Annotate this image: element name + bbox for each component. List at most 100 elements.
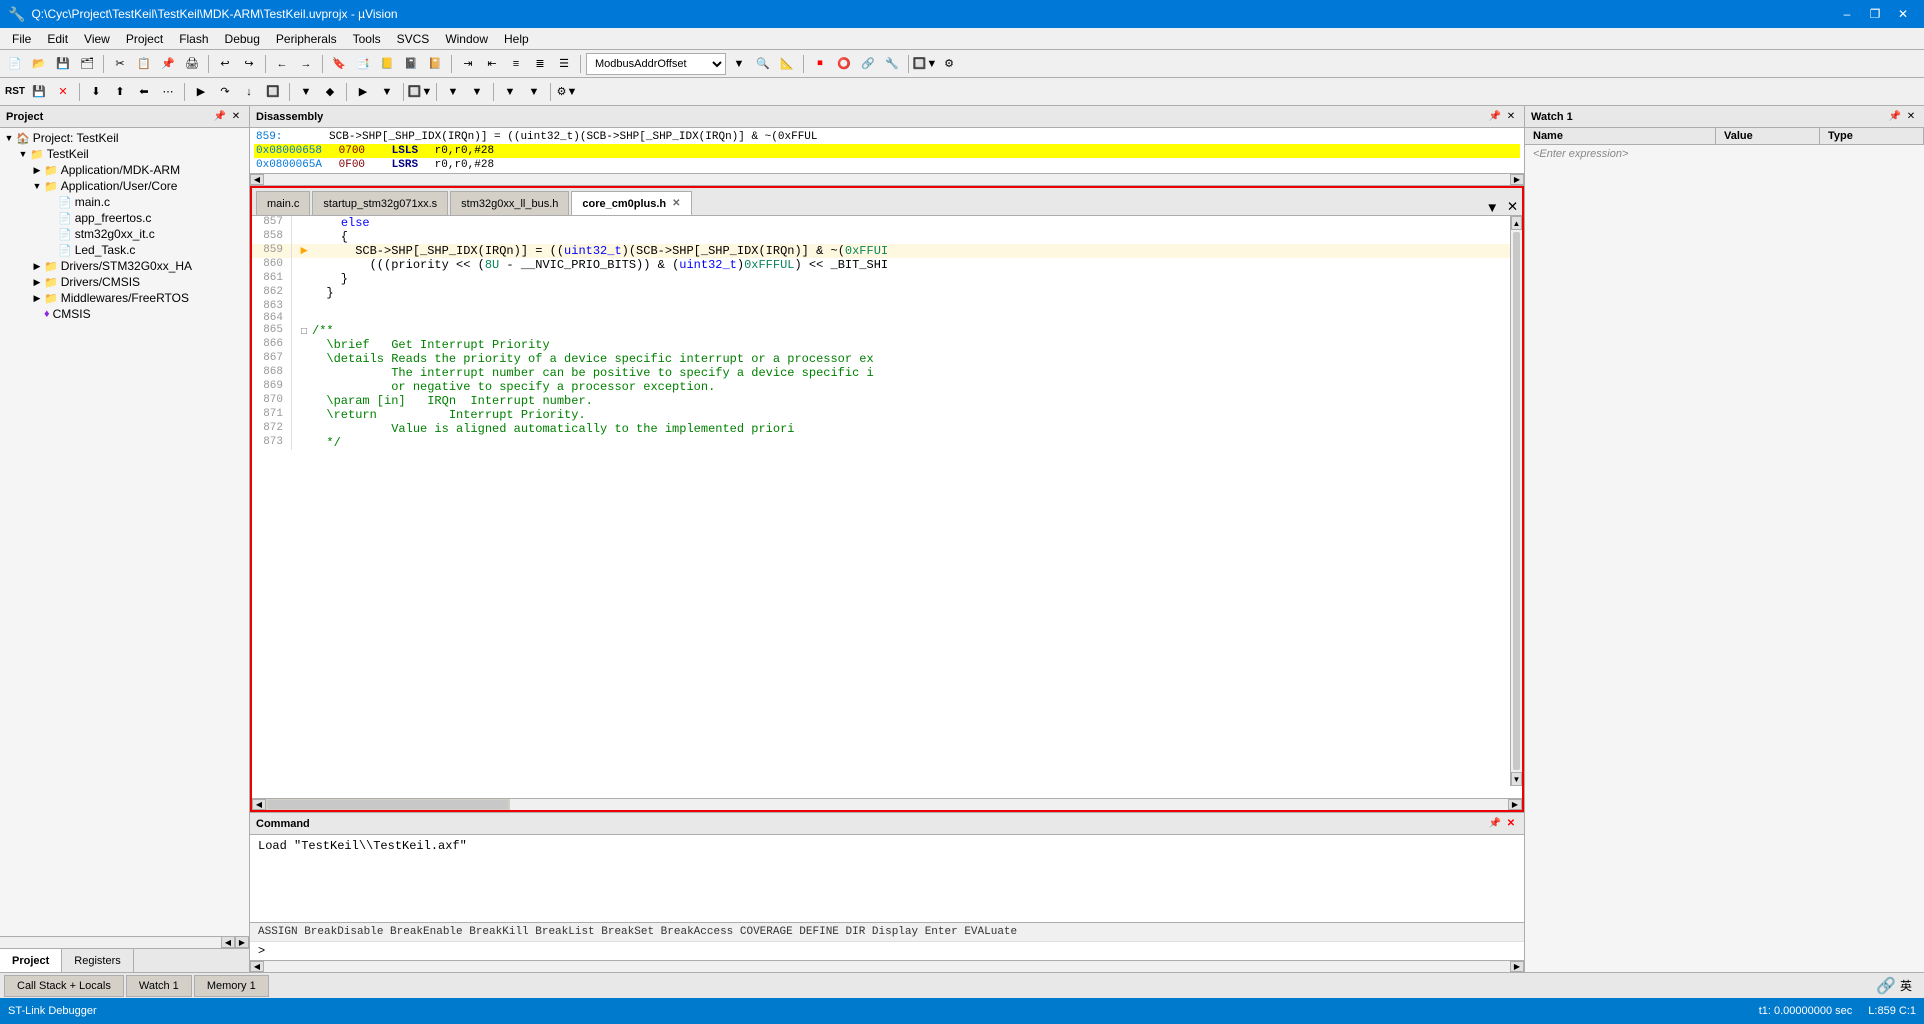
tb2-b7[interactable]: 🔲 bbox=[262, 81, 284, 103]
tb-bookmark1[interactable]: 🔖 bbox=[328, 53, 350, 75]
vscroll-up[interactable]: ▲ bbox=[1511, 216, 1522, 230]
cmd-hscroll-left[interactable]: ◀ bbox=[250, 961, 264, 972]
code-hscroll-left[interactable]: ◀ bbox=[252, 799, 266, 810]
tb-bookmark4[interactable]: 📓 bbox=[400, 53, 422, 75]
tb2-bh[interactable]: ⚙▼ bbox=[556, 81, 578, 103]
tree-drivers-cmsis[interactable]: ▶ 📁 Drivers/CMSIS bbox=[2, 274, 247, 290]
watch-pin[interactable]: 📌 bbox=[1888, 110, 1902, 124]
tb2-ba[interactable]: ▶ bbox=[352, 81, 374, 103]
tb-stop4[interactable]: 🔧 bbox=[881, 53, 903, 75]
tab-project[interactable]: Project bbox=[0, 949, 62, 972]
tabs-close-all[interactable]: ✕ bbox=[1503, 199, 1522, 215]
watch-expression-input[interactable] bbox=[1533, 148, 1916, 160]
tab-startup[interactable]: startup_stm32g071xx.s bbox=[312, 191, 448, 215]
tb-dd-btn1[interactable]: ▼ bbox=[728, 53, 750, 75]
tb-nav-back[interactable]: ← bbox=[271, 53, 293, 75]
tb2-run[interactable]: ▶ bbox=[190, 81, 212, 103]
tb2-b6[interactable]: ⋯ bbox=[157, 81, 179, 103]
menu-view[interactable]: View bbox=[76, 30, 118, 48]
tb-save-all[interactable]: 🗂 bbox=[76, 53, 98, 75]
function-dropdown[interactable]: ModbusAddrOffset bbox=[586, 53, 726, 75]
tb-print[interactable]: 🖨 bbox=[181, 53, 203, 75]
tb-stop-red[interactable]: ⏹ bbox=[809, 53, 831, 75]
tb-dd-btn3[interactable]: 📐 bbox=[776, 53, 798, 75]
cmd-close[interactable]: ✕ bbox=[1504, 817, 1518, 831]
dis-pin[interactable]: 📌 bbox=[1488, 110, 1502, 124]
dis-scroll-left[interactable]: ◀ bbox=[250, 174, 264, 185]
tree-user-core[interactable]: ▼ 📁 Application/User/Core bbox=[2, 178, 247, 194]
code-hscroll-thumb[interactable] bbox=[268, 800, 508, 809]
tb2-rst[interactable]: RST bbox=[4, 81, 26, 103]
tabs-dropdown[interactable]: ▼ bbox=[1482, 200, 1503, 215]
menu-svcs[interactable]: SVCS bbox=[389, 30, 438, 48]
tb2-b1[interactable]: 💾 bbox=[28, 81, 50, 103]
tree-main-c[interactable]: 📄 main.c bbox=[2, 194, 247, 210]
maximize-button[interactable]: ❐ bbox=[1862, 3, 1888, 25]
vscroll-thumb[interactable] bbox=[1513, 232, 1520, 770]
cmd-hscroll-right[interactable]: ▶ bbox=[1510, 961, 1524, 972]
bottom-tab-callstack[interactable]: Call Stack + Locals bbox=[4, 975, 124, 997]
tree-mdk-arm[interactable]: ▶ 📁 Application/MDK-ARM bbox=[2, 162, 247, 178]
tb-nav-fwd[interactable]: → bbox=[295, 53, 317, 75]
tb2-b9[interactable]: ◆ bbox=[319, 81, 341, 103]
tree-testkeil[interactable]: ▼ 📁 TestKeil bbox=[2, 146, 247, 162]
bottom-tab-watch1[interactable]: Watch 1 bbox=[126, 975, 192, 997]
menu-flash[interactable]: Flash bbox=[171, 30, 216, 48]
code-editor[interactable]: 857 else 858 { 859 ► bbox=[252, 216, 1522, 798]
tab-close-core[interactable]: ✕ bbox=[672, 198, 680, 209]
tree-middlewares[interactable]: ▶ 📁 Middlewares/FreeRTOS bbox=[2, 290, 247, 306]
tb-redo[interactable]: ↪ bbox=[238, 53, 260, 75]
tb-indent2[interactable]: ⇤ bbox=[481, 53, 503, 75]
tb-copy[interactable]: 📋 bbox=[133, 53, 155, 75]
tree-cmsis-gem[interactable]: ♦ CMSIS bbox=[2, 306, 247, 322]
project-hscroll[interactable]: ◀ ▶ bbox=[0, 936, 249, 948]
menu-file[interactable]: File bbox=[4, 30, 39, 48]
fold-865[interactable]: □ bbox=[301, 327, 307, 338]
tb-cut[interactable]: ✂ bbox=[109, 53, 131, 75]
tb2-step-into[interactable]: ↓ bbox=[238, 81, 260, 103]
cmd-pin[interactable]: 📌 bbox=[1488, 817, 1502, 831]
code-hscroll-right[interactable]: ▶ bbox=[1508, 799, 1522, 810]
menu-window[interactable]: Window bbox=[437, 30, 496, 48]
tb2-b4[interactable]: ⬆ bbox=[109, 81, 131, 103]
tree-project-root[interactable]: ▼ 🏠 Project: TestKeil bbox=[2, 130, 247, 146]
dis-close[interactable]: ✕ bbox=[1504, 110, 1518, 124]
tb-indent3[interactable]: ≡ bbox=[505, 53, 527, 75]
watch-close[interactable]: ✕ bbox=[1904, 110, 1918, 124]
tree-led-task[interactable]: 📄 Led_Task.c bbox=[2, 242, 247, 258]
tb-open[interactable]: 📂 bbox=[28, 53, 50, 75]
tb-bookmark5[interactable]: 📔 bbox=[424, 53, 446, 75]
tb-paste[interactable]: 📌 bbox=[157, 53, 179, 75]
tab-main-c[interactable]: main.c bbox=[256, 191, 310, 215]
menu-peripherals[interactable]: Peripherals bbox=[268, 30, 345, 48]
tree-drivers-ha[interactable]: ▶ 📁 Drivers/STM32G0xx_HA bbox=[2, 258, 247, 274]
tb2-be[interactable]: ▼ bbox=[466, 81, 488, 103]
tb2-b3[interactable]: ⬇ bbox=[85, 81, 107, 103]
tb2-b8[interactable]: ▼ bbox=[295, 81, 317, 103]
tb-indent4[interactable]: ≣ bbox=[529, 53, 551, 75]
tb-save[interactable]: 💾 bbox=[52, 53, 74, 75]
tb-bookmark3[interactable]: 📒 bbox=[376, 53, 398, 75]
tb-stop3[interactable]: 🔗 bbox=[857, 53, 879, 75]
menu-debug[interactable]: Debug bbox=[217, 30, 268, 48]
tb-view-dd[interactable]: 🔲▼ bbox=[914, 53, 936, 75]
tb-new[interactable]: 📄 bbox=[4, 53, 26, 75]
menu-tools[interactable]: Tools bbox=[345, 30, 389, 48]
tab-registers[interactable]: Registers bbox=[62, 949, 133, 972]
menu-project[interactable]: Project bbox=[118, 30, 171, 48]
tb-bookmark2[interactable]: 📑 bbox=[352, 53, 374, 75]
menu-edit[interactable]: Edit bbox=[39, 30, 76, 48]
tb2-b5[interactable]: ⬅ bbox=[133, 81, 155, 103]
dis-scroll-right[interactable]: ▶ bbox=[1510, 174, 1524, 185]
tb-dd-btn2[interactable]: 🔍 bbox=[752, 53, 774, 75]
close-button[interactable]: ✕ bbox=[1890, 3, 1916, 25]
tb2-bg[interactable]: ▼ bbox=[523, 81, 545, 103]
tb-settings[interactable]: ⚙ bbox=[938, 53, 960, 75]
tb-indent1[interactable]: ⇥ bbox=[457, 53, 479, 75]
tb-indent5[interactable]: ☰ bbox=[553, 53, 575, 75]
tb-undo[interactable]: ↩ bbox=[214, 53, 236, 75]
minimize-button[interactable]: – bbox=[1834, 3, 1860, 25]
project-close[interactable]: ✕ bbox=[229, 110, 243, 124]
tab-core[interactable]: core_cm0plus.h ✕ bbox=[571, 191, 691, 215]
tb2-bd[interactable]: ▼ bbox=[442, 81, 464, 103]
